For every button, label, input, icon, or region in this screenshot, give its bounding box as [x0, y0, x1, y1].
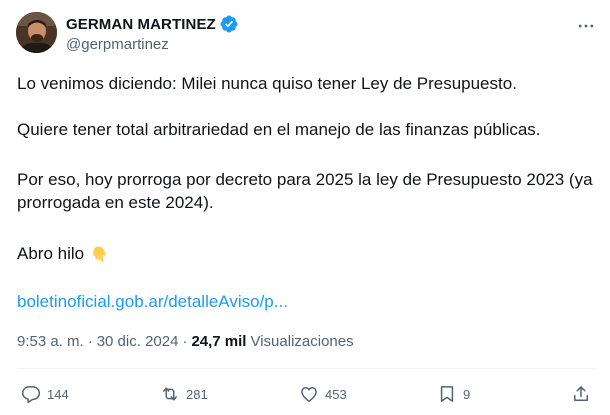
- bookmark-icon: [440, 386, 454, 402]
- backhand-index-pointing-down-emoji: [93, 246, 106, 262]
- views-label: Visualizaciones: [250, 333, 354, 350]
- author-name-row[interactable]: GERMAN MARTINEZ: [66, 14, 238, 34]
- tweet-metadata: 9:53 a. m. · 30 dic. 2024 · 24,7 mil Vis…: [17, 333, 354, 350]
- tweet-link[interactable]: boletinoficial.gob.ar/detalleAviso/p...: [17, 292, 288, 311]
- like-count: 453: [325, 386, 347, 402]
- share-button[interactable]: [571, 380, 591, 408]
- action-bar: 144 281 453 9: [0, 380, 610, 408]
- tweet-card: GERMAN MARTINEZ @gerpmartinez Lo venimos…: [0, 0, 610, 415]
- views-count: 24,7 mil: [191, 333, 247, 350]
- repost-button[interactable]: 281: [160, 380, 208, 408]
- reply-button[interactable]: 144: [21, 380, 69, 408]
- heart-icon: [301, 387, 317, 402]
- avatar[interactable]: [16, 12, 57, 53]
- repost-count: 281: [186, 386, 208, 402]
- bookmark-button[interactable]: 9: [437, 380, 470, 408]
- meta-separator: ·: [182, 333, 188, 350]
- reply-icon: [21, 386, 41, 404]
- share-icon: [574, 386, 588, 401]
- bookmark-count: 9: [463, 386, 471, 402]
- like-button[interactable]: 453: [299, 380, 347, 408]
- tweet-time[interactable]: 9:53 a. m.: [17, 333, 84, 350]
- tweet-paragraph: Lo venimos diciendo: Milei nunca quiso t…: [17, 74, 517, 93]
- meta-separator: ·: [87, 333, 93, 350]
- verified-badge-icon: [220, 15, 238, 33]
- author-handle[interactable]: @gerpmartinez: [66, 36, 169, 53]
- tweet-paragraph-with-emoji: Abro hilo: [17, 242, 109, 265]
- tweet-link-paragraph: boletinoficial.gob.ar/detalleAviso/p...: [17, 290, 288, 313]
- tweet-paragraph: Abro hilo: [17, 244, 85, 263]
- tweet-date[interactable]: 30 dic. 2024: [97, 333, 179, 350]
- more-options-button[interactable]: [574, 16, 598, 36]
- repost-icon: [163, 387, 177, 401]
- more-horizontal-icon: [578, 24, 594, 28]
- author-display-name[interactable]: GERMAN MARTINEZ: [66, 16, 216, 33]
- reply-count: 144: [47, 386, 69, 402]
- tweet-paragraph: Por eso, hoy prorroga por decreto para 2…: [17, 170, 593, 212]
- tweet-paragraph: Quiere tener total arbitrariedad en el m…: [17, 120, 541, 139]
- divider: [17, 368, 597, 369]
